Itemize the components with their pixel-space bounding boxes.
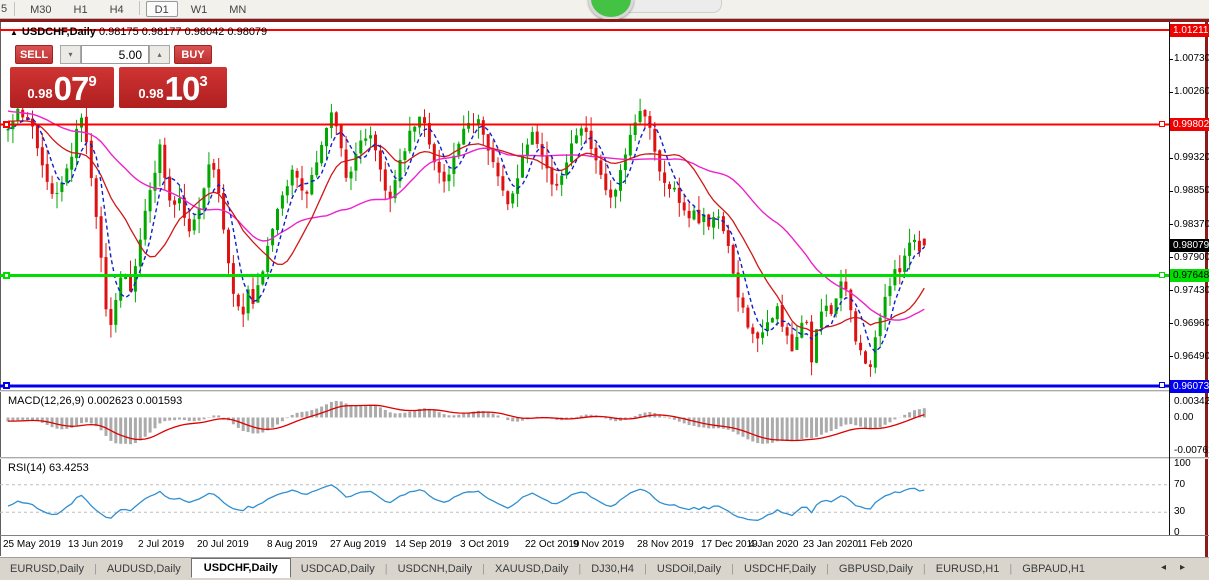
date-axis-label: 11 Feb 2020	[857, 539, 912, 550]
date-axis-label: 28 Nov 2019	[637, 539, 694, 550]
timeframe-button-w1[interactable]: W1	[182, 1, 217, 17]
timeframe-button-m30[interactable]: M30	[21, 1, 60, 17]
chart-tab-usdcad-daily[interactable]: USDCAD,Daily	[291, 560, 385, 578]
chart-tab-dj30-h4[interactable]: DJ30,H4	[581, 560, 644, 578]
price-tick-mark	[1169, 257, 1173, 258]
sell-price-prefix: 0.98	[27, 84, 52, 104]
price-tick-mark	[1169, 290, 1173, 291]
price-line-label: 0.98079	[1170, 239, 1209, 252]
price-tick-label: 0.98370	[1174, 219, 1209, 231]
price-tick-label: 0.97900	[1174, 252, 1209, 264]
buy-price-prefix: 0.98	[138, 84, 163, 104]
chart-tab-usdcnh-daily[interactable]: USDCNH,Daily	[388, 560, 483, 578]
chart-header: ▲ USDCHF,Daily 0.98175 0.98177 0.98042 0.…	[10, 26, 267, 38]
price-tick-mark	[1169, 356, 1173, 357]
date-axis-label: 23 Jan 2020	[803, 539, 858, 550]
volume-input[interactable]: 5.00	[81, 45, 149, 64]
date-axis-label: 27 Aug 2019	[330, 539, 386, 550]
rsi-scale-label: 0	[1174, 527, 1180, 539]
chart-tab-gbpusd-daily[interactable]: GBPUSD,Daily	[829, 560, 923, 578]
price-tick-mark	[1169, 191, 1173, 192]
price-tick-mark	[1169, 59, 1173, 60]
toolbar-separator	[14, 2, 15, 16]
collapse-arrow-icon[interactable]: ▲	[10, 28, 18, 37]
sell-price-big: 07	[54, 74, 89, 104]
price-line-label: 0.97648	[1170, 269, 1209, 282]
buy-price-panel[interactable]: 0.98 10 3	[119, 67, 227, 108]
panel-separator[interactable]	[0, 457, 1209, 459]
chart-tab-xauusd-daily[interactable]: XAUUSD,Daily	[485, 560, 578, 578]
timeframe-button-mn[interactable]: MN	[220, 1, 255, 17]
rsi-indicator-chart	[0, 459, 1169, 534]
chart-tab-bar: EURUSD,Daily|AUDUSD,DailyUSDCHF,DailyUSD…	[0, 557, 1209, 580]
date-axis-label: 20 Jul 2019	[197, 539, 249, 550]
line-drag-handle[interactable]	[1159, 121, 1165, 127]
date-axis-label: 9 Nov 2019	[573, 539, 624, 550]
rsi-scale-label: 70	[1174, 479, 1185, 491]
rsi-scale-label: 100	[1174, 458, 1191, 470]
chart-ohlc-quote: 0.98175 0.98177 0.98042 0.98079	[99, 26, 267, 38]
price-tick-label: 0.99320	[1174, 152, 1209, 164]
rsi-label: RSI(14) 63.4253	[8, 462, 89, 474]
line-drag-handle[interactable]	[3, 272, 10, 279]
price-tick-mark	[1169, 92, 1173, 93]
line-drag-handle[interactable]	[1159, 382, 1165, 388]
buy-button[interactable]: BUY	[174, 45, 212, 64]
sell-price-panel[interactable]: 0.98 07 9	[10, 67, 114, 108]
chart-tab-gbpaud-h1[interactable]: GBPAUD,H1	[1012, 560, 1095, 578]
date-axis-line	[0, 535, 1209, 536]
price-tick-label: 0.97430	[1174, 285, 1209, 297]
price-tick-label: 1.00730	[1174, 53, 1209, 65]
date-axis-label: 2 Jul 2019	[138, 539, 184, 550]
tab-scroll-arrows[interactable]: ◂▸	[1161, 562, 1199, 573]
chart-symbol-label: USDCHF,Daily	[22, 26, 96, 38]
volume-increase-icon[interactable]: ▴	[149, 45, 170, 64]
line-drag-handle[interactable]	[3, 382, 10, 389]
toolbar-separator	[139, 1, 140, 15]
timeframe-button-clipped[interactable]: 5	[0, 3, 10, 15]
price-tick-mark	[1169, 224, 1173, 225]
macd-scale-label: 0.00	[1174, 412, 1193, 424]
buy-price-pip: 3	[199, 73, 207, 90]
volume-decrease-icon[interactable]: ▾	[60, 45, 81, 64]
macd-scale-label: 0.003428	[1174, 396, 1209, 408]
buy-price-big: 10	[165, 74, 200, 104]
price-tick-label: 0.96960	[1174, 318, 1209, 330]
chart-tab-usdchf-daily[interactable]: USDCHF,Daily	[734, 560, 826, 578]
macd-scale-label: -0.007615	[1174, 445, 1209, 457]
price-line-label: 1.01211	[1170, 24, 1209, 37]
timeframe-button-d1[interactable]: D1	[146, 1, 178, 17]
macd-label: MACD(12,26,9) 0.002623 0.001593	[8, 395, 182, 407]
date-axis-label: 22 Oct 2019	[525, 539, 579, 550]
price-line-label: 0.96073	[1170, 380, 1209, 393]
rsi-scale-label: 30	[1174, 506, 1185, 518]
price-tick-label: 0.98850	[1174, 185, 1209, 197]
chart-tab-eurusd-daily[interactable]: EURUSD,Daily	[0, 560, 94, 578]
chart-tab-audusd-daily[interactable]: AUDUSD,Daily	[97, 560, 191, 578]
date-axis-label: 4 Jan 2020	[749, 539, 799, 550]
price-tick-label: 0.96490	[1174, 351, 1209, 363]
sell-button[interactable]: SELL	[15, 45, 53, 64]
date-axis-label: 25 May 2019	[3, 539, 61, 550]
line-drag-handle[interactable]	[1159, 272, 1165, 278]
price-tick-mark	[1169, 323, 1173, 324]
panel-separator[interactable]	[0, 390, 1209, 392]
chart-tab-usdchf-daily[interactable]: USDCHF,Daily	[191, 558, 291, 578]
chart-tab-eurusd-h1[interactable]: EURUSD,H1	[926, 560, 1010, 578]
chart-tab-usdoil-daily[interactable]: USDOil,Daily	[647, 560, 731, 578]
price-line-label: 0.99802	[1170, 118, 1209, 131]
price-tick-label: 1.00260	[1174, 86, 1209, 98]
timeframe-button-h1[interactable]: H1	[65, 1, 97, 17]
date-axis-label: 13 Jun 2019	[68, 539, 123, 550]
line-drag-handle[interactable]	[3, 121, 10, 128]
date-axis-label: 14 Sep 2019	[395, 539, 452, 550]
sell-price-pip: 9	[88, 73, 96, 90]
timeframe-button-h4[interactable]: H4	[101, 1, 133, 17]
one-click-trading-panel: SELL ▾ 5.00 ▴ BUY 0.98 07 9 0.98 10 3	[10, 45, 227, 108]
date-axis-label: 3 Oct 2019	[460, 539, 509, 550]
price-tick-mark	[1169, 158, 1173, 159]
date-axis-label: 8 Aug 2019	[267, 539, 318, 550]
